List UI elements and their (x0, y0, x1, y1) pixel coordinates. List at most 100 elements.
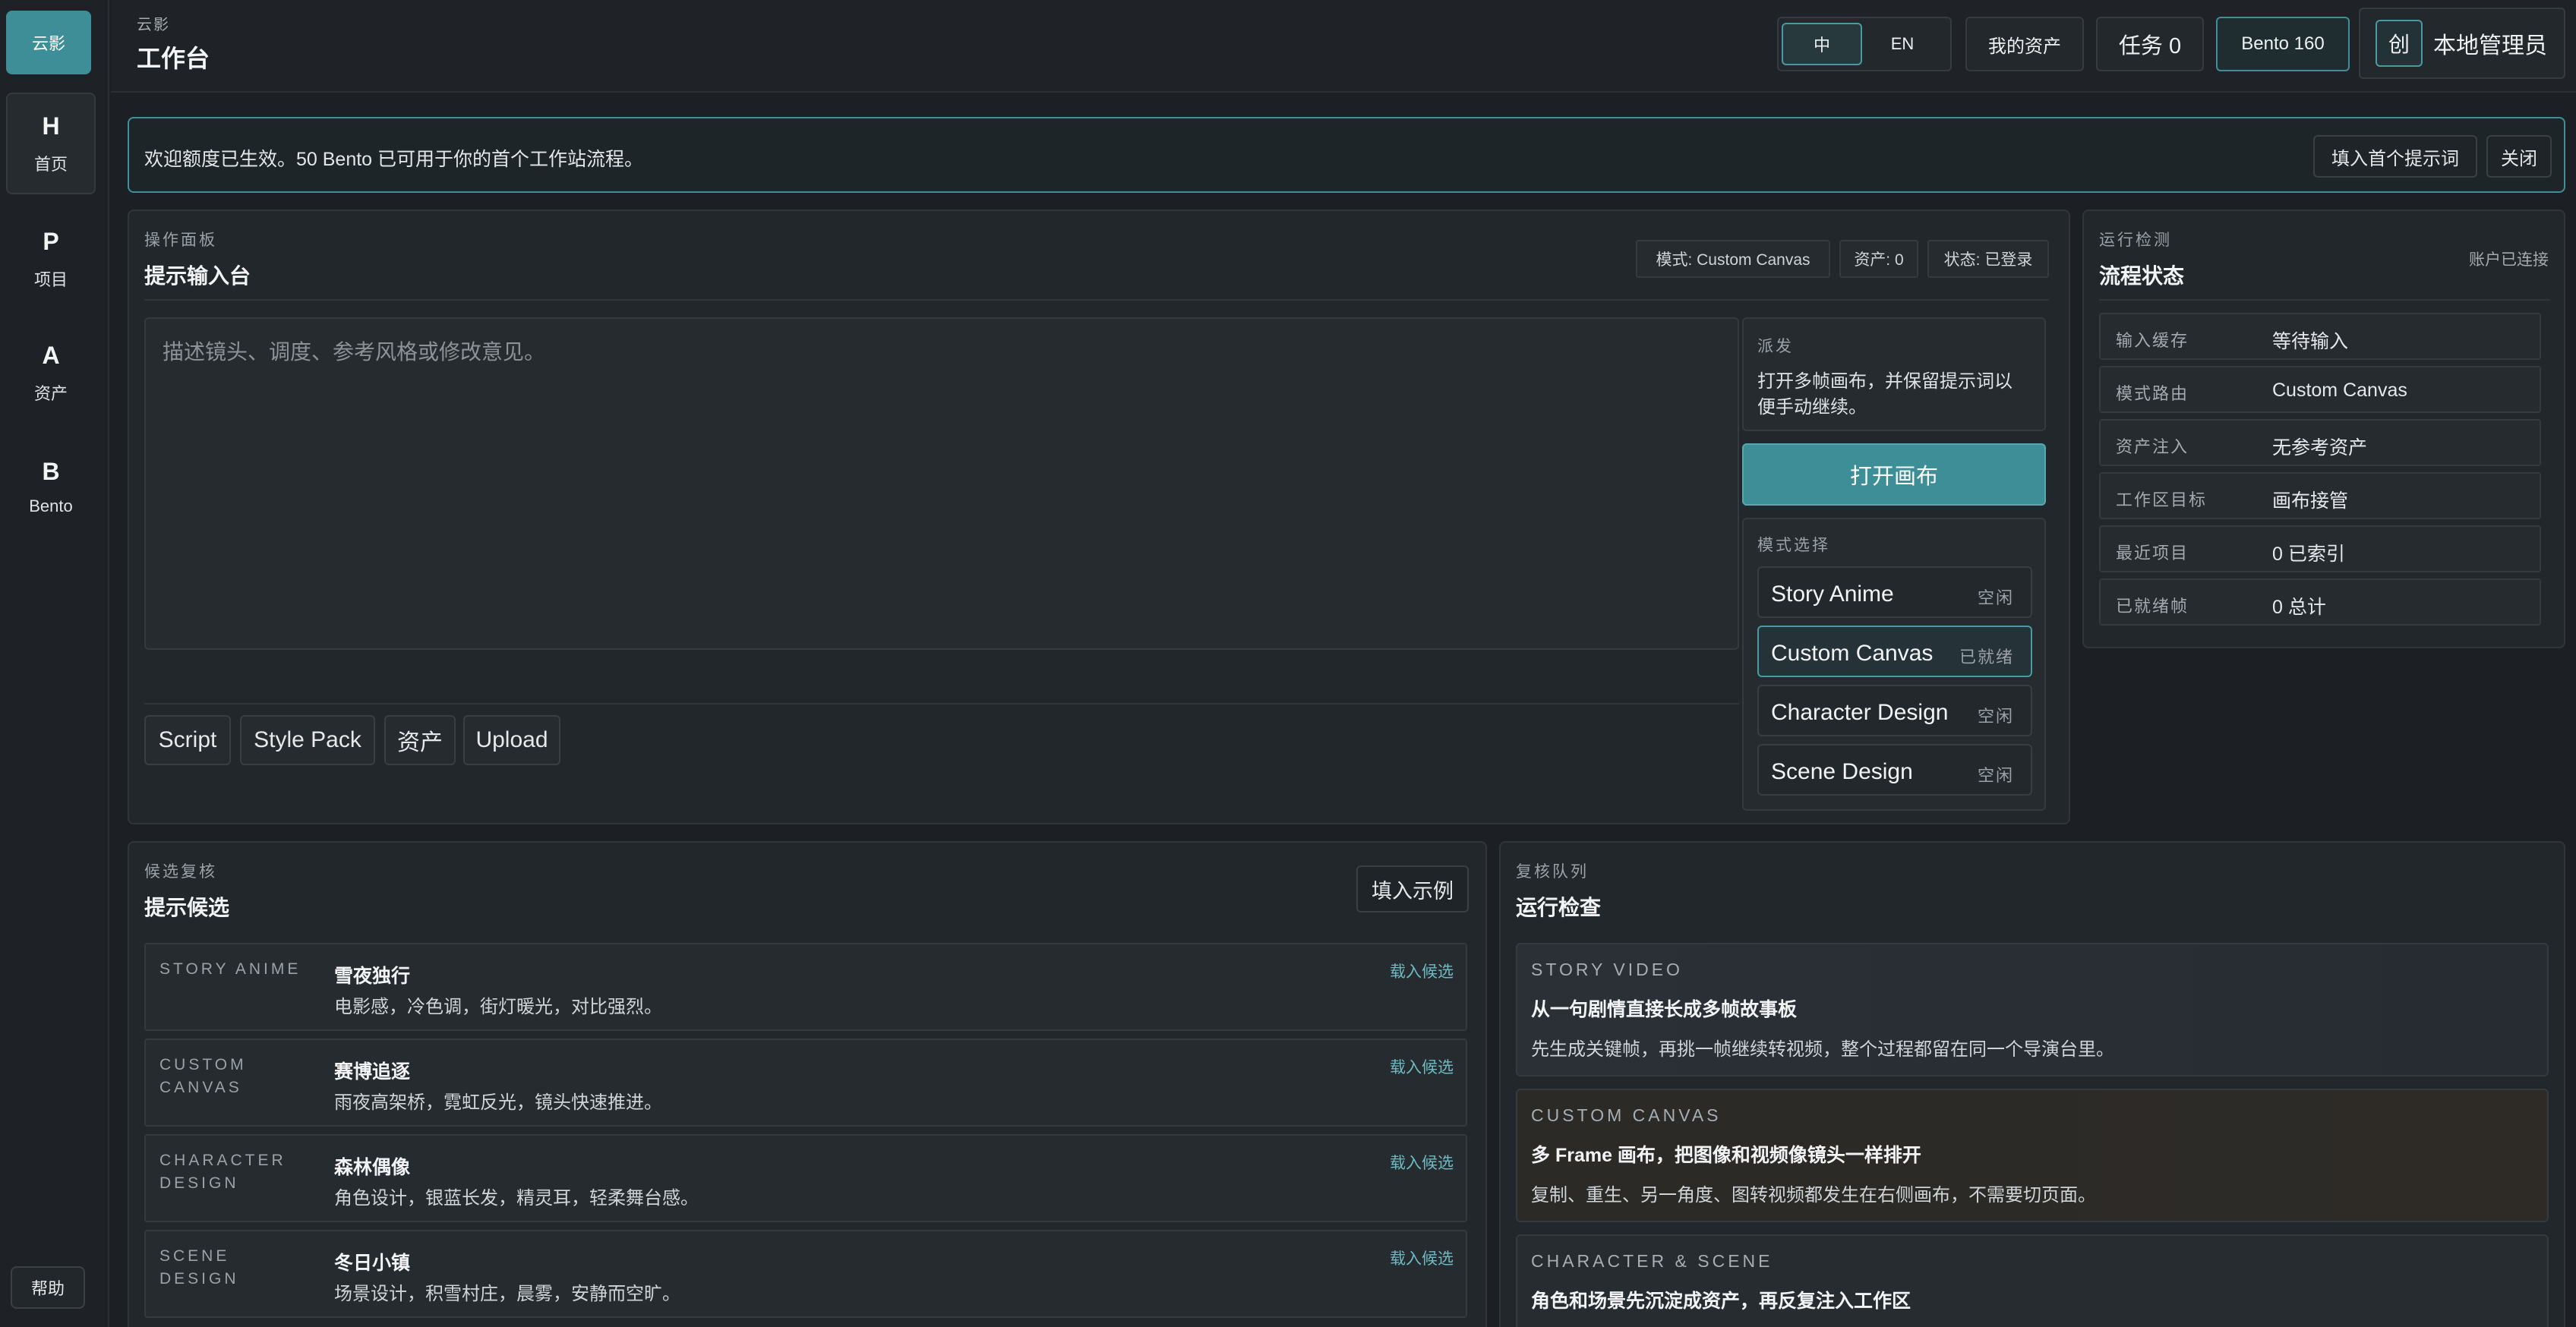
status-row: 已就绪帧 0 总计 (2099, 578, 2541, 626)
dispatch-label: 派发 (1757, 338, 1794, 355)
sidebar-item-label: 项目 (33, 269, 68, 289)
sidebar-item-label: 资产 (33, 383, 68, 403)
prompt-placeholder: 描述镜头、调度、参考风格或修改意见。 (163, 340, 546, 364)
status-panel: 运行检测 流程状态 账户已连接 输入缓存 等待输入 模式路由 Custom Ca… (2082, 210, 2565, 648)
avatar: 创 (2376, 20, 2423, 67)
mode-chip: 模式: Custom Canvas (1636, 240, 1830, 278)
panel-eyebrow: 复核队列 (1516, 863, 1589, 881)
projects-icon: P (43, 227, 59, 255)
fill-first-prompt-button[interactable]: 填入首个提示词 (2313, 135, 2477, 178)
status-key: 资产注入 (2116, 437, 2189, 456)
sidebar-item-home[interactable]: H 首页 (6, 93, 96, 194)
card-title: 从一句剧情直接长成多帧故事板 (1531, 999, 1798, 1020)
review-card[interactable]: STORY VIDEO 从一句剧情直接长成多帧故事板 先生成关键帧，再挑一帧继续… (1516, 943, 2549, 1076)
status-value: 画布接管 (2272, 490, 2349, 512)
divider (144, 299, 2049, 301)
mode-status: 空闲 (1977, 707, 2014, 726)
status-value: 0 已索引 (2272, 544, 2345, 565)
mode-option-custom-canvas[interactable]: Custom Canvas 已就绪 (1757, 626, 2032, 677)
upload-button[interactable]: Upload (463, 715, 560, 765)
candidate-category: STORY ANIME (159, 960, 301, 978)
status-row: 资产注入 无参考资产 (2099, 419, 2541, 466)
status-chip: 状态: 已登录 (1927, 240, 2049, 278)
account-connected-label: 账户已连接 (2469, 251, 2549, 269)
mode-option-story-anime[interactable]: Story Anime 空闲 (1757, 566, 2032, 618)
help-button[interactable]: 帮助 (11, 1266, 85, 1309)
candidate-category: SCENE DESIGN (159, 1247, 239, 1288)
panel-title: 流程状态 (2099, 264, 2185, 288)
status-row: 模式路由 Custom Canvas (2099, 366, 2541, 413)
candidate-title: 雪夜独行 (334, 966, 411, 987)
lang-en-button[interactable]: EN (1862, 23, 1943, 65)
candidate-row: CUSTOM CANVAS 赛博追逐 雨夜高架桥，霓虹反光，镜头快速推进。 载入候… (144, 1039, 1467, 1127)
candidate-title: 冬日小镇 (334, 1253, 411, 1274)
divider (2099, 299, 2550, 301)
panel-title: 提示输入台 (144, 264, 251, 288)
candidate-description: 电影感，冷色调，街灯暖光，对比强烈。 (334, 997, 662, 1017)
candidate-title: 赛博追逐 (334, 1061, 411, 1083)
welcome-notice: 欢迎额度已生效。50 Bento 已可用于你的首个工作站流程。 填入首个提示词 … (128, 117, 2565, 193)
status-value: 无参考资产 (2272, 437, 2368, 459)
load-candidate-link[interactable]: 载入候选 (1390, 1055, 1454, 1078)
status-value: Custom Canvas (2272, 380, 2407, 401)
bento-icon: B (42, 457, 60, 485)
candidate-category: CUSTOM CANVAS (159, 1056, 247, 1096)
prompt-input[interactable]: 描述镜头、调度、参考风格或修改意见。 (144, 317, 1739, 650)
card-title: 角色和场景先沉淀成资产，再反复注入工作区 (1531, 1291, 1911, 1312)
panel-title: 运行检查 (1516, 896, 1602, 919)
assets-button[interactable]: 资产 (384, 715, 456, 765)
lang-zh-button[interactable]: 中 (1782, 23, 1862, 65)
sidebar-item-label: Bento (29, 496, 73, 515)
my-assets-button[interactable]: 我的资产 (1965, 17, 2084, 71)
candidate-description: 雨夜高架桥，霓虹反光，镜头快速推进。 (334, 1092, 662, 1113)
mode-option-character-design[interactable]: Character Design 空闲 (1757, 685, 2032, 736)
sidebar: 云影 H 首页 P 项目 A 资产 B Bento 帮助 (0, 0, 109, 1327)
candidate-category: CHARACTER DESIGN (159, 1152, 286, 1192)
bento-balance-button[interactable]: Bento 160 (2216, 17, 2350, 71)
panel-eyebrow: 操作面板 (144, 232, 217, 249)
mode-label: 模式选择 (1757, 537, 1830, 554)
sidebar-item-bento[interactable]: B Bento (6, 436, 96, 537)
home-icon: H (42, 112, 60, 140)
script-button[interactable]: Script (144, 715, 231, 765)
review-card[interactable]: CUSTOM CANVAS 多 Frame 画布，把图像和视频像镜头一样排开 复… (1516, 1089, 2549, 1222)
sidebar-item-assets[interactable]: A 资产 (6, 322, 96, 424)
language-toggle: 中 EN (1777, 17, 1952, 71)
mode-option-scene-design[interactable]: Scene Design 空闲 (1757, 744, 2032, 796)
status-row: 最近项目 0 已索引 (2099, 525, 2541, 572)
fill-example-button[interactable]: 填入示例 (1356, 865, 1469, 913)
tasks-button[interactable]: 任务 0 (2096, 17, 2204, 71)
load-candidate-link[interactable]: 载入候选 (1390, 960, 1454, 982)
status-key: 工作区目标 (2116, 490, 2208, 509)
status-key: 已就绪帧 (2116, 597, 2189, 616)
review-card[interactable]: CHARACTER & SCENE 角色和场景先沉淀成资产，再反复注入工作区 (1516, 1234, 2549, 1327)
candidate-description: 场景设计，积雪村庄，晨雾，安静而空旷。 (334, 1284, 680, 1304)
card-eyebrow: CHARACTER & SCENE (1531, 1251, 1773, 1271)
open-canvas-button[interactable]: 打开画布 (1742, 443, 2046, 506)
user-menu[interactable]: 创 本地管理员 (2359, 8, 2565, 79)
candidate-row: STORY ANIME 雪夜独行 电影感，冷色调，街灯暖光，对比强烈。 载入候选 (144, 943, 1467, 1031)
candidate-description: 角色设计，银蓝长发，精灵耳，轻柔舞台感。 (334, 1188, 699, 1209)
status-value: 0 总计 (2272, 597, 2326, 618)
style-pack-button[interactable]: Style Pack (240, 715, 375, 765)
load-candidate-link[interactable]: 载入候选 (1390, 1247, 1454, 1269)
assets-icon: A (42, 341, 60, 369)
dispatch-text-line2: 便手动继续。 (1757, 397, 1867, 418)
status-row: 输入缓存 等待输入 (2099, 313, 2541, 360)
close-notice-button[interactable]: 关闭 (2486, 135, 2552, 178)
prompt-panel: 操作面板 提示输入台 模式: Custom Canvas 资产: 0 状态: 已… (128, 210, 2070, 824)
candidate-title: 森林偶像 (334, 1157, 411, 1178)
dispatch-text-line1: 打开多帧画布，并保留提示词以 (1757, 371, 2012, 392)
brand-label: 云影 (137, 17, 170, 33)
load-candidate-link[interactable]: 载入候选 (1390, 1151, 1454, 1174)
mode-status: 已就绪 (1959, 648, 2014, 667)
sidebar-item-projects[interactable]: P 项目 (6, 208, 96, 310)
card-eyebrow: STORY VIDEO (1531, 960, 1683, 979)
status-value: 等待输入 (2272, 331, 2349, 352)
mode-status: 空闲 (1977, 766, 2014, 785)
dispatch-box: 派发 打开多帧画布，并保留提示词以 便手动继续。 (1742, 317, 2046, 431)
assets-chip: 资产: 0 (1839, 240, 1918, 278)
page-title: 工作台 (137, 45, 210, 72)
logo-button[interactable]: 云影 (6, 11, 91, 74)
mode-name: Story Anime (1771, 582, 1894, 607)
